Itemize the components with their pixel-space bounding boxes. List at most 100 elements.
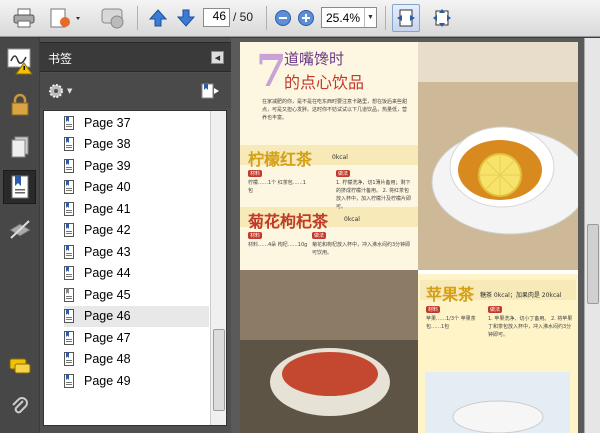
bookmark-icon xyxy=(64,266,74,280)
bookmark-item[interactable]: Page 41 xyxy=(64,198,209,219)
layers-crossed-icon xyxy=(8,220,31,239)
bookmark-item[interactable]: Page 45 xyxy=(64,284,209,305)
tea1-title: 柠檬红茶 xyxy=(248,150,313,169)
bookmark-icon xyxy=(64,373,74,388)
comment-bubble-icon xyxy=(101,8,124,29)
signature-warning-icon xyxy=(7,48,33,75)
fit-page-icon xyxy=(433,9,451,27)
chevron-left-icon: ◀ xyxy=(214,53,221,62)
bookmark-icon xyxy=(64,244,74,259)
tea2-kcal: 0kcal xyxy=(344,216,360,223)
bookmark-label: Page 41 xyxy=(84,201,131,216)
intro-paragraph: 在家减肥的你，是不是在吃东西时要注意卡路里，想在饭后来些甜点，可是又担心发胖。这… xyxy=(262,99,408,121)
tea2-ingredients: 材料……4朵 枸杞……10g xyxy=(248,242,308,248)
tea3-title: 苹果茶 xyxy=(426,285,475,304)
zoom-level-value: 25.4% xyxy=(326,11,361,25)
bookmark-item[interactable]: Page 37 xyxy=(64,112,209,133)
zoom-in-button[interactable] xyxy=(296,4,316,32)
model-tree-button[interactable] xyxy=(3,212,36,246)
comment-icon xyxy=(9,358,30,374)
bookmark-icon xyxy=(64,352,74,366)
tea1-method-tag: 做法 xyxy=(336,170,351,177)
bookmark-item[interactable]: Page 40 xyxy=(64,177,209,198)
signature-button[interactable] xyxy=(3,44,36,78)
page-title-line1: 道嘴馋时 xyxy=(284,50,345,68)
bookmark-list-scrollbar[interactable] xyxy=(210,111,226,425)
tea3-material-tag: 材料 xyxy=(426,306,441,313)
bookmark-item[interactable]: Page 48 xyxy=(64,349,209,370)
tea1-method: 1. 柠檬洗净，切1薄片备用；剩下的挤成柠檬汁备用。 2. 将红茶包放入杯中，加… xyxy=(336,180,412,210)
document-scrollbar-thumb[interactable] xyxy=(587,224,599,304)
bookmark-icon xyxy=(64,137,74,151)
bookmark-label: Page 37 xyxy=(84,115,131,130)
document-share-icon xyxy=(50,8,80,28)
zoom-level-select[interactable]: 25.4% ▼ xyxy=(321,7,377,28)
new-bookmark-icon xyxy=(201,83,219,99)
bookmarks-button[interactable] xyxy=(3,170,36,204)
tea3-method: 1. 苹果洗净、切小丁备用。 2. 将苹果丁和茶包放入杯中，冲入沸水闷约3分钟即… xyxy=(488,316,573,338)
tea2-title: 菊花枸杞茶 xyxy=(248,212,329,231)
tea2-method: 菊花和枸杞放入杯中，冲入沸水闷约3分钟即可饮用。 xyxy=(312,242,411,256)
attach-comment-button[interactable] xyxy=(98,4,128,32)
paperclip-icon xyxy=(11,397,28,414)
tea1-kcal: 0kcal xyxy=(332,154,348,161)
chevron-down-icon[interactable]: ▼ xyxy=(364,8,376,27)
zoom-out-button[interactable] xyxy=(273,4,293,32)
bookmarks-toolbar: ▼ xyxy=(40,73,231,109)
tea1-material-tag: 材料 xyxy=(248,170,263,177)
tea2-method-tag: 做法 xyxy=(312,232,327,239)
bookmark-item[interactable]: Page 46 xyxy=(64,305,209,327)
bookmark-item[interactable]: Page 38 xyxy=(64,134,209,155)
document-scrollbar[interactable] xyxy=(584,38,600,433)
collapse-panel-button[interactable]: ◀ xyxy=(211,51,224,64)
bookmark-icon xyxy=(64,115,74,130)
navigation-rail xyxy=(0,38,39,433)
bookmark-label: Page 48 xyxy=(84,352,131,366)
fit-width-icon xyxy=(397,9,415,27)
bookmark-label: Page 40 xyxy=(84,180,131,194)
fit-width-button[interactable] xyxy=(392,4,420,32)
pages-button[interactable] xyxy=(3,130,36,164)
attachments-button[interactable] xyxy=(3,390,36,424)
bookmark-icon xyxy=(64,180,74,194)
page-number-input[interactable]: 46 xyxy=(203,8,230,27)
bookmark-label: Page 39 xyxy=(84,158,131,173)
minus-circle-icon xyxy=(275,10,291,26)
arrow-down-icon xyxy=(176,9,196,27)
bookmarks-panel-title: 书签 xyxy=(48,52,73,66)
bookmark-item[interactable]: Page 39 xyxy=(64,155,209,176)
bookmark-label: Page 44 xyxy=(84,266,131,280)
bookmark-item[interactable]: Page 42 xyxy=(64,220,209,241)
comments-button[interactable] xyxy=(3,350,36,384)
page-title-line2: 的点心饮品 xyxy=(284,73,365,92)
document-view: 7 道嘴馋时 的点心饮品 在家减肥的你，是不是在吃东西时要注意卡路里，想在饭后来… xyxy=(231,38,600,433)
options-menu-button[interactable]: ▼ xyxy=(48,83,72,99)
scrollbar-thumb[interactable] xyxy=(213,329,225,411)
bookmark-label: Page 43 xyxy=(84,244,131,259)
new-bookmark-button[interactable] xyxy=(200,82,220,104)
bookmarks-panel-header: 书签 ◀ xyxy=(40,42,231,72)
bookmark-item[interactable]: Page 43 xyxy=(64,241,209,262)
bookmark-icon xyxy=(64,309,74,323)
bookmark-label: Page 49 xyxy=(84,373,131,388)
bookmark-label: Page 45 xyxy=(84,287,131,302)
bookmark-item[interactable]: Page 49 xyxy=(64,370,209,391)
print-button[interactable] xyxy=(10,4,38,32)
security-button[interactable] xyxy=(3,88,36,122)
bookmark-item[interactable]: Page 47 xyxy=(64,327,209,348)
gear-icon xyxy=(49,84,63,98)
collaborate-button[interactable] xyxy=(48,4,84,32)
next-page-button[interactable] xyxy=(174,4,198,32)
bookmark-page-icon xyxy=(11,175,28,199)
printer-icon xyxy=(13,8,35,28)
tea1-ingredients: 柠檬……1个 红茶包……1包 xyxy=(248,180,306,194)
bookmark-label: Page 47 xyxy=(84,330,131,345)
bookmark-item[interactable]: Page 44 xyxy=(64,263,209,284)
bookmark-icon xyxy=(64,201,74,216)
bookmark-label: Page 38 xyxy=(84,137,131,151)
fit-page-button[interactable] xyxy=(428,4,456,32)
bookmark-list: Page 37 Page 38 Page 39 Page 40 Page 41 Page … xyxy=(43,110,227,426)
previous-page-button[interactable] xyxy=(146,4,170,32)
bookmark-icon xyxy=(64,287,74,302)
page-total-label: / 50 xyxy=(233,10,254,24)
